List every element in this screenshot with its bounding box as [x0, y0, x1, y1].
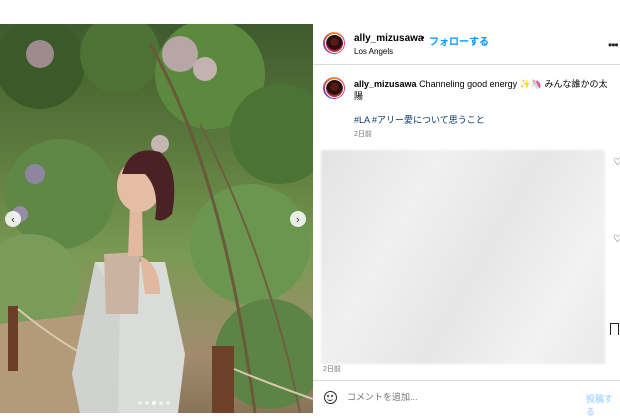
pagination-dot	[145, 401, 149, 405]
footer-divider	[313, 380, 620, 381]
photo-illustration	[0, 24, 313, 413]
location-link[interactable]: Los Angels	[354, 47, 393, 56]
header-separator: •	[421, 33, 425, 44]
caption-avatar[interactable]	[323, 77, 345, 99]
follow-button[interactable]: フォローする	[429, 33, 489, 48]
photo-pagination	[138, 401, 170, 405]
chevron-right-icon: ›	[295, 212, 301, 226]
photo-prev-button[interactable]: ‹	[5, 211, 21, 227]
bookmark-icon[interactable]	[610, 323, 619, 335]
post-caption: ally_mizusawa Channeling good energy ✨🦄 …	[354, 78, 609, 102]
header-divider	[313, 64, 620, 65]
comment-input[interactable]	[347, 389, 567, 405]
post-comment-button[interactable]: 投稿する	[586, 392, 620, 418]
post-date: 2日前	[323, 366, 341, 373]
post-photo[interactable]: ‹ ›	[0, 24, 313, 413]
author-username-link[interactable]: ally_mizusawa	[354, 33, 423, 44]
more-options-icon[interactable]: •••	[608, 38, 619, 52]
caption-date: 2日前	[354, 131, 372, 138]
pagination-dot	[138, 401, 142, 405]
post-detail-panel: ally_mizusawa • フォローする Los Angels ••• al…	[313, 24, 620, 417]
heart-icon[interactable]: ♡	[613, 157, 620, 168]
caption-hashtags[interactable]: #LA #アリー愛について思うこと	[354, 113, 485, 126]
chevron-left-icon: ‹	[10, 212, 16, 226]
heart-icon[interactable]: ♡	[613, 234, 620, 245]
pagination-dot	[159, 401, 163, 405]
blurred-comments	[321, 150, 605, 364]
pagination-dot-active	[152, 401, 156, 405]
emoji-icon[interactable]	[324, 391, 337, 404]
caption-username-link[interactable]: ally_mizusawa	[354, 79, 417, 89]
pagination-dot	[166, 401, 170, 405]
author-avatar[interactable]	[323, 32, 345, 54]
photo-next-button[interactable]: ›	[290, 211, 306, 227]
